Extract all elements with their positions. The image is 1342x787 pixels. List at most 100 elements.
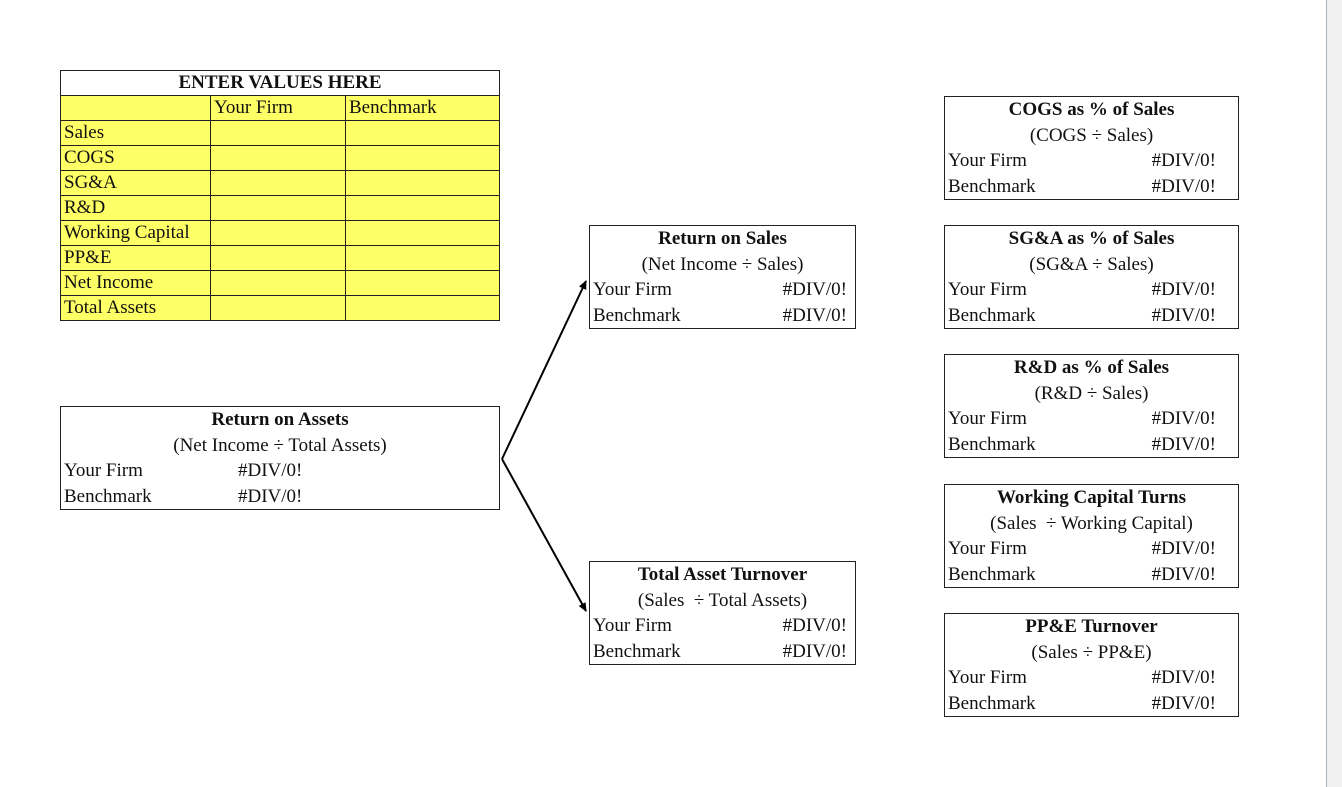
box-title: COGS as % of Sales — [1008, 99, 1175, 120]
your-firm-label: Your Firm — [948, 408, 1027, 429]
benchmark-row: Benchmark #DIV/0! — [945, 691, 1238, 717]
benchmark-row: Benchmark #DIV/0! — [945, 303, 1238, 329]
box-title: Return on Sales — [658, 228, 787, 249]
row-label: Sales — [60, 120, 211, 146]
your-firm-input-sales[interactable] — [210, 120, 346, 146]
box-formula: (SG&A ÷ Sales) — [1029, 253, 1154, 275]
your-firm-value: #DIV/0! — [782, 615, 847, 636]
row-label: COGS — [60, 145, 211, 171]
header-cell-benchmark: Benchmark — [345, 95, 500, 121]
benchmark-label: Benchmark — [948, 175, 1036, 197]
your-firm-input-ppe[interactable] — [210, 245, 346, 271]
benchmark-row: Benchmark #DIV/0! — [61, 484, 499, 510]
your-firm-value: #DIV/0! — [1151, 150, 1216, 171]
benchmark-label: Benchmark — [948, 563, 1036, 585]
benchmark-row: Benchmark #DIV/0! — [945, 174, 1238, 200]
working-capital-turns-box: Working Capital Turns (Sales ÷ Working C… — [944, 484, 1239, 588]
box-formula: (Net Income ÷ Total Assets) — [173, 434, 387, 456]
input-row-cogs: COGS — [60, 145, 500, 171]
your-firm-input-sga[interactable] — [210, 170, 346, 196]
benchmark-value: #DIV/0! — [782, 640, 847, 662]
benchmark-input-rd[interactable] — [345, 195, 500, 221]
benchmark-value: #DIV/0! — [1151, 175, 1216, 197]
input-row-total-assets: Total Assets — [60, 295, 500, 321]
your-firm-input-cogs[interactable] — [210, 145, 346, 171]
your-firm-input-working-capital[interactable] — [210, 220, 346, 246]
benchmark-input-ppe[interactable] — [345, 245, 500, 271]
box-title: Total Asset Turnover — [637, 564, 808, 585]
row-label: SG&A — [60, 170, 211, 196]
return-on-assets-box: Return on Assets (Net Income ÷ Total Ass… — [60, 406, 500, 510]
benchmark-value: #DIV/0! — [238, 485, 303, 507]
your-firm-label: Your Firm — [593, 615, 672, 636]
your-firm-label: Your Firm — [593, 279, 672, 300]
your-firm-input-total-assets[interactable] — [210, 295, 346, 321]
your-firm-input-rd[interactable] — [210, 195, 346, 221]
box-title: SG&A as % of Sales — [1008, 228, 1175, 249]
box-title: PP&E Turnover — [1025, 616, 1158, 637]
row-label: Net Income — [60, 270, 211, 296]
box-formula: (Sales ÷ PP&E) — [1031, 641, 1152, 663]
benchmark-label: Benchmark — [64, 485, 152, 507]
input-values-table: ENTER VALUES HERE Your Firm Benchmark Sa… — [60, 70, 500, 321]
benchmark-input-total-assets[interactable] — [345, 295, 500, 321]
box-formula: (COGS ÷ Sales) — [1029, 124, 1154, 146]
benchmark-input-sga[interactable] — [345, 170, 500, 196]
box-formula: (Sales ÷ Total Assets) — [637, 589, 808, 611]
your-firm-value: #DIV/0! — [1151, 538, 1216, 559]
box-formula: (Net Income ÷ Sales) — [641, 253, 804, 275]
your-firm-input-net-income[interactable] — [210, 270, 346, 296]
your-firm-value: #DIV/0! — [782, 279, 847, 300]
row-label: R&D — [60, 195, 211, 221]
benchmark-input-sales[interactable] — [345, 120, 500, 146]
header-cell-blank — [60, 95, 211, 121]
box-title: R&D as % of Sales — [1013, 357, 1170, 378]
sga-pct-sales-box: SG&A as % of Sales (SG&A ÷ Sales) Your F… — [944, 225, 1239, 329]
your-firm-row: Your Firm #DIV/0! — [945, 665, 1238, 691]
benchmark-row: Benchmark #DIV/0! — [945, 562, 1238, 588]
input-row-working-capital: Working Capital — [60, 220, 500, 246]
box-formula: (R&D ÷ Sales) — [1034, 382, 1149, 404]
ppe-turnover-box: PP&E Turnover (Sales ÷ PP&E) Your Firm #… — [944, 613, 1239, 717]
spreadsheet-canvas: ENTER VALUES HERE Your Firm Benchmark Sa… — [0, 0, 1326, 787]
your-firm-row: Your Firm #DIV/0! — [590, 613, 855, 639]
vertical-scrollbar[interactable] — [1326, 0, 1342, 787]
your-firm-row: Your Firm #DIV/0! — [945, 536, 1238, 562]
your-firm-value: #DIV/0! — [1151, 279, 1216, 300]
your-firm-row: Your Firm #DIV/0! — [945, 277, 1238, 303]
benchmark-value: #DIV/0! — [1151, 563, 1216, 585]
benchmark-label: Benchmark — [948, 433, 1036, 455]
arrow-to-return-on-sales — [501, 280, 587, 460]
benchmark-input-cogs[interactable] — [345, 145, 500, 171]
your-firm-row: Your Firm #DIV/0! — [945, 406, 1238, 432]
box-title: Return on Assets — [211, 409, 349, 430]
benchmark-label: Benchmark — [593, 640, 681, 662]
row-label: Working Capital — [60, 220, 211, 246]
cogs-pct-sales-box: COGS as % of Sales (COGS ÷ Sales) Your F… — [944, 96, 1239, 200]
box-title: Working Capital Turns — [996, 487, 1187, 508]
header-cell-your-firm: Your Firm — [210, 95, 346, 121]
benchmark-label: Benchmark — [593, 304, 681, 326]
benchmark-label: Benchmark — [948, 304, 1036, 326]
your-firm-label: Your Firm — [64, 460, 143, 481]
your-firm-row: Your Firm #DIV/0! — [61, 458, 499, 484]
your-firm-row: Your Firm #DIV/0! — [945, 148, 1238, 174]
input-row-sales: Sales — [60, 120, 500, 146]
your-firm-label: Your Firm — [948, 150, 1027, 171]
rd-pct-sales-box: R&D as % of Sales (R&D ÷ Sales) Your Fir… — [944, 354, 1239, 458]
input-row-ppe: PP&E — [60, 245, 500, 271]
your-firm-label: Your Firm — [948, 538, 1027, 559]
your-firm-value: #DIV/0! — [1151, 667, 1216, 688]
benchmark-input-working-capital[interactable] — [345, 220, 500, 246]
input-row-sga: SG&A — [60, 170, 500, 196]
row-label: Total Assets — [60, 295, 211, 321]
benchmark-value: #DIV/0! — [1151, 304, 1216, 326]
benchmark-input-net-income[interactable] — [345, 270, 500, 296]
your-firm-row: Your Firm #DIV/0! — [590, 277, 855, 303]
benchmark-label: Benchmark — [948, 692, 1036, 714]
row-label: PP&E — [60, 245, 211, 271]
benchmark-row: Benchmark #DIV/0! — [945, 432, 1238, 458]
arrow-to-total-asset-turnover — [501, 458, 587, 612]
total-asset-turnover-box: Total Asset Turnover (Sales ÷ Total Asse… — [589, 561, 856, 665]
box-formula: (Sales ÷ Working Capital) — [990, 512, 1193, 534]
